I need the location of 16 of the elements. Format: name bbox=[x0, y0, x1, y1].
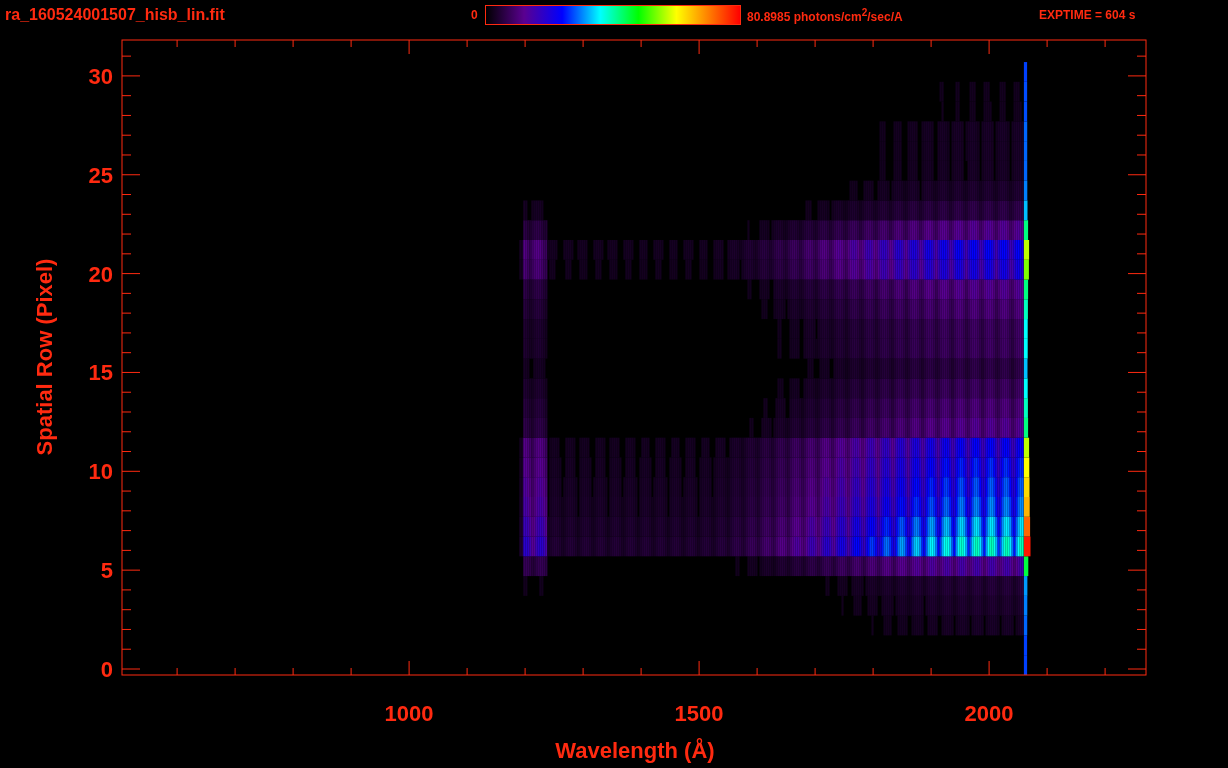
y-tick-label: 15 bbox=[88, 360, 113, 386]
y-tick-label: 0 bbox=[100, 657, 113, 682]
x-tick-label: 2000 bbox=[964, 701, 1014, 726]
y-tick-label: 20 bbox=[88, 261, 113, 287]
y-tick-label: 25 bbox=[88, 162, 113, 188]
colorbar-max-label: 80.8985 photons/cm$^{2}$/sec/A bbox=[747, 6, 904, 24]
y-axis-label: Spatial Row (Pixel) bbox=[32, 258, 57, 456]
file-name: ra_160524001507_hisb_lin.fit bbox=[5, 6, 226, 24]
colorbar-min-label: 0 bbox=[471, 8, 479, 22]
y-tick-label: 5 bbox=[100, 558, 113, 584]
y-tick-label: 10 bbox=[88, 459, 113, 485]
x-tick-label: 1500 bbox=[674, 701, 724, 726]
exposure-time: EXPTIME = 604 s bbox=[1039, 8, 1136, 22]
x-tick-label: 1000 bbox=[384, 701, 434, 726]
y-tick-label: 30 bbox=[88, 63, 113, 89]
x-axis-label: Wavelength (Å) bbox=[555, 738, 715, 763]
